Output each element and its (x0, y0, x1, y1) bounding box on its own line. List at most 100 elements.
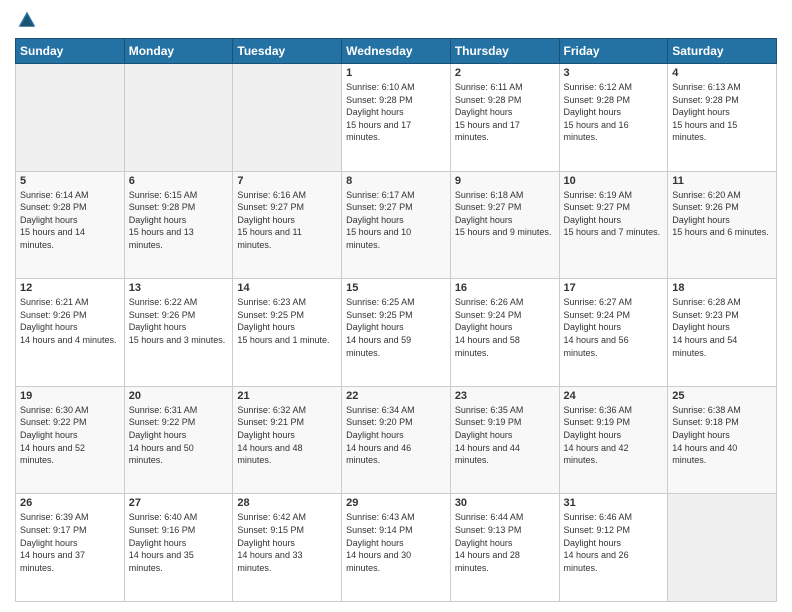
day-cell: 13 Sunrise: 6:22 AMSunset: 9:26 PMDayligh… (124, 279, 233, 387)
day-number: 13 (129, 282, 229, 294)
day-cell (16, 64, 125, 172)
day-cell: 19 Sunrise: 6:30 AMSunset: 9:22 PMDayligh… (16, 386, 125, 494)
logo-icon (17, 10, 37, 30)
day-info: Sunrise: 6:38 AMSunset: 9:18 PMDaylight … (672, 404, 772, 467)
day-number: 12 (20, 282, 120, 294)
day-info: Sunrise: 6:28 AMSunset: 9:23 PMDaylight … (672, 296, 772, 359)
day-cell (233, 64, 342, 172)
day-cell: 3 Sunrise: 6:12 AMSunset: 9:28 PMDaylight… (559, 64, 668, 172)
day-info: Sunrise: 6:17 AMSunset: 9:27 PMDaylight … (346, 189, 446, 252)
day-number: 21 (237, 390, 337, 402)
day-cell: 24 Sunrise: 6:36 AMSunset: 9:19 PMDayligh… (559, 386, 668, 494)
day-cell: 12 Sunrise: 6:21 AMSunset: 9:26 PMDayligh… (16, 279, 125, 387)
day-cell: 9 Sunrise: 6:18 AMSunset: 9:27 PMDaylight… (450, 171, 559, 279)
day-number: 25 (672, 390, 772, 402)
weekday-friday: Friday (559, 39, 668, 64)
day-number: 23 (455, 390, 555, 402)
day-cell: 31Sunrise: 6:46 AMSunset: 9:12 PMDayligh… (559, 494, 668, 602)
header (15, 10, 777, 30)
day-number: 27 (129, 497, 229, 509)
day-number: 1 (346, 67, 446, 79)
day-info: Sunrise: 6:36 AMSunset: 9:19 PMDaylight … (564, 404, 664, 467)
day-info: Sunrise: 6:46 AMSunset: 9:12 PMDaylight … (564, 511, 664, 574)
day-cell: 2Sunrise: 6:11 AMSunset: 9:28 PMDaylight… (450, 64, 559, 172)
weekday-saturday: Saturday (668, 39, 777, 64)
day-info: Sunrise: 6:18 AMSunset: 9:27 PMDaylight … (455, 189, 555, 239)
day-info: Sunrise: 6:26 AMSunset: 9:24 PMDaylight … (455, 296, 555, 359)
day-info: Sunrise: 6:25 AMSunset: 9:25 PMDaylight … (346, 296, 446, 359)
day-number: 8 (346, 175, 446, 187)
day-info: Sunrise: 6:43 AMSunset: 9:14 PMDaylight … (346, 511, 446, 574)
day-info: Sunrise: 6:14 AMSunset: 9:28 PMDaylight … (20, 189, 120, 252)
day-info: Sunrise: 6:27 AMSunset: 9:24 PMDaylight … (564, 296, 664, 359)
day-info: Sunrise: 6:19 AMSunset: 9:27 PMDaylight … (564, 189, 664, 239)
day-info: Sunrise: 6:40 AMSunset: 9:16 PMDaylight … (129, 511, 229, 574)
day-info: Sunrise: 6:30 AMSunset: 9:22 PMDaylight … (20, 404, 120, 467)
day-cell (124, 64, 233, 172)
day-cell: 17 Sunrise: 6:27 AMSunset: 9:24 PMDayligh… (559, 279, 668, 387)
day-number: 22 (346, 390, 446, 402)
week-row-3: 12 Sunrise: 6:21 AMSunset: 9:26 PMDayligh… (16, 279, 777, 387)
week-row-4: 19 Sunrise: 6:30 AMSunset: 9:22 PMDayligh… (16, 386, 777, 494)
day-cell: 22 Sunrise: 6:34 AMSunset: 9:20 PMDayligh… (342, 386, 451, 494)
day-info: Sunrise: 6:42 AMSunset: 9:15 PMDaylight … (237, 511, 337, 574)
day-cell: 5Sunrise: 6:14 AMSunset: 9:28 PMDaylight… (16, 171, 125, 279)
day-cell: 21 Sunrise: 6:32 AMSunset: 9:21 PMDayligh… (233, 386, 342, 494)
day-number: 20 (129, 390, 229, 402)
day-number: 3 (564, 67, 664, 79)
day-number: 19 (20, 390, 120, 402)
day-cell (668, 494, 777, 602)
day-number: 16 (455, 282, 555, 294)
week-row-5: 26Sunrise: 6:39 AMSunset: 9:17 PMDayligh… (16, 494, 777, 602)
day-number: 24 (564, 390, 664, 402)
day-info: Sunrise: 6:16 AMSunset: 9:27 PMDaylight … (237, 189, 337, 252)
day-number: 17 (564, 282, 664, 294)
day-cell: 8 Sunrise: 6:17 AMSunset: 9:27 PMDaylight… (342, 171, 451, 279)
week-row-2: 5Sunrise: 6:14 AMSunset: 9:28 PMDaylight… (16, 171, 777, 279)
week-row-1: 1 Sunrise: 6:10 AMSunset: 9:28 PMDaylight… (16, 64, 777, 172)
day-number: 11 (672, 175, 772, 187)
day-number: 4 (672, 67, 772, 79)
day-info: Sunrise: 6:23 AMSunset: 9:25 PMDaylight … (237, 296, 337, 346)
day-info: Sunrise: 6:44 AMSunset: 9:13 PMDaylight … (455, 511, 555, 574)
weekday-wednesday: Wednesday (342, 39, 451, 64)
weekday-monday: Monday (124, 39, 233, 64)
calendar-page: SundayMondayTuesdayWednesdayThursdayFrid… (0, 0, 792, 612)
day-number: 6 (129, 175, 229, 187)
day-cell: 7 Sunrise: 6:16 AMSunset: 9:27 PMDaylight… (233, 171, 342, 279)
day-info: Sunrise: 6:22 AMSunset: 9:26 PMDaylight … (129, 296, 229, 346)
weekday-tuesday: Tuesday (233, 39, 342, 64)
logo (15, 10, 37, 30)
day-cell: 23Sunrise: 6:35 AMSunset: 9:19 PMDayligh… (450, 386, 559, 494)
day-cell: 11Sunrise: 6:20 AMSunset: 9:26 PMDayligh… (668, 171, 777, 279)
day-number: 30 (455, 497, 555, 509)
weekday-thursday: Thursday (450, 39, 559, 64)
day-info: Sunrise: 6:11 AMSunset: 9:28 PMDaylight … (455, 81, 555, 144)
day-cell: 26Sunrise: 6:39 AMSunset: 9:17 PMDayligh… (16, 494, 125, 602)
day-cell: 29 Sunrise: 6:43 AMSunset: 9:14 PMDayligh… (342, 494, 451, 602)
day-info: Sunrise: 6:10 AMSunset: 9:28 PMDaylight … (346, 81, 446, 144)
day-info: Sunrise: 6:21 AMSunset: 9:26 PMDaylight … (20, 296, 120, 346)
day-cell: 6 Sunrise: 6:15 AMSunset: 9:28 PMDaylight… (124, 171, 233, 279)
day-number: 9 (455, 175, 555, 187)
day-number: 15 (346, 282, 446, 294)
day-cell: 30 Sunrise: 6:44 AMSunset: 9:13 PMDayligh… (450, 494, 559, 602)
day-number: 28 (237, 497, 337, 509)
day-number: 14 (237, 282, 337, 294)
day-cell: 25 Sunrise: 6:38 AMSunset: 9:18 PMDayligh… (668, 386, 777, 494)
day-info: Sunrise: 6:32 AMSunset: 9:21 PMDaylight … (237, 404, 337, 467)
day-cell: 27 Sunrise: 6:40 AMSunset: 9:16 PMDayligh… (124, 494, 233, 602)
day-info: Sunrise: 6:13 AMSunset: 9:28 PMDaylight … (672, 81, 772, 144)
day-info: Sunrise: 6:31 AMSunset: 9:22 PMDaylight … (129, 404, 229, 467)
weekday-header-row: SundayMondayTuesdayWednesdayThursdayFrid… (16, 39, 777, 64)
day-cell: 15 Sunrise: 6:25 AMSunset: 9:25 PMDayligh… (342, 279, 451, 387)
day-number: 18 (672, 282, 772, 294)
day-info: Sunrise: 6:34 AMSunset: 9:20 PMDaylight … (346, 404, 446, 467)
day-number: 26 (20, 497, 120, 509)
day-number: 7 (237, 175, 337, 187)
day-cell: 16 Sunrise: 6:26 AMSunset: 9:24 PMDayligh… (450, 279, 559, 387)
day-cell: 10Sunrise: 6:19 AMSunset: 9:27 PMDayligh… (559, 171, 668, 279)
day-info: Sunrise: 6:12 AMSunset: 9:28 PMDaylight … (564, 81, 664, 144)
day-number: 29 (346, 497, 446, 509)
day-info: Sunrise: 6:15 AMSunset: 9:28 PMDaylight … (129, 189, 229, 252)
